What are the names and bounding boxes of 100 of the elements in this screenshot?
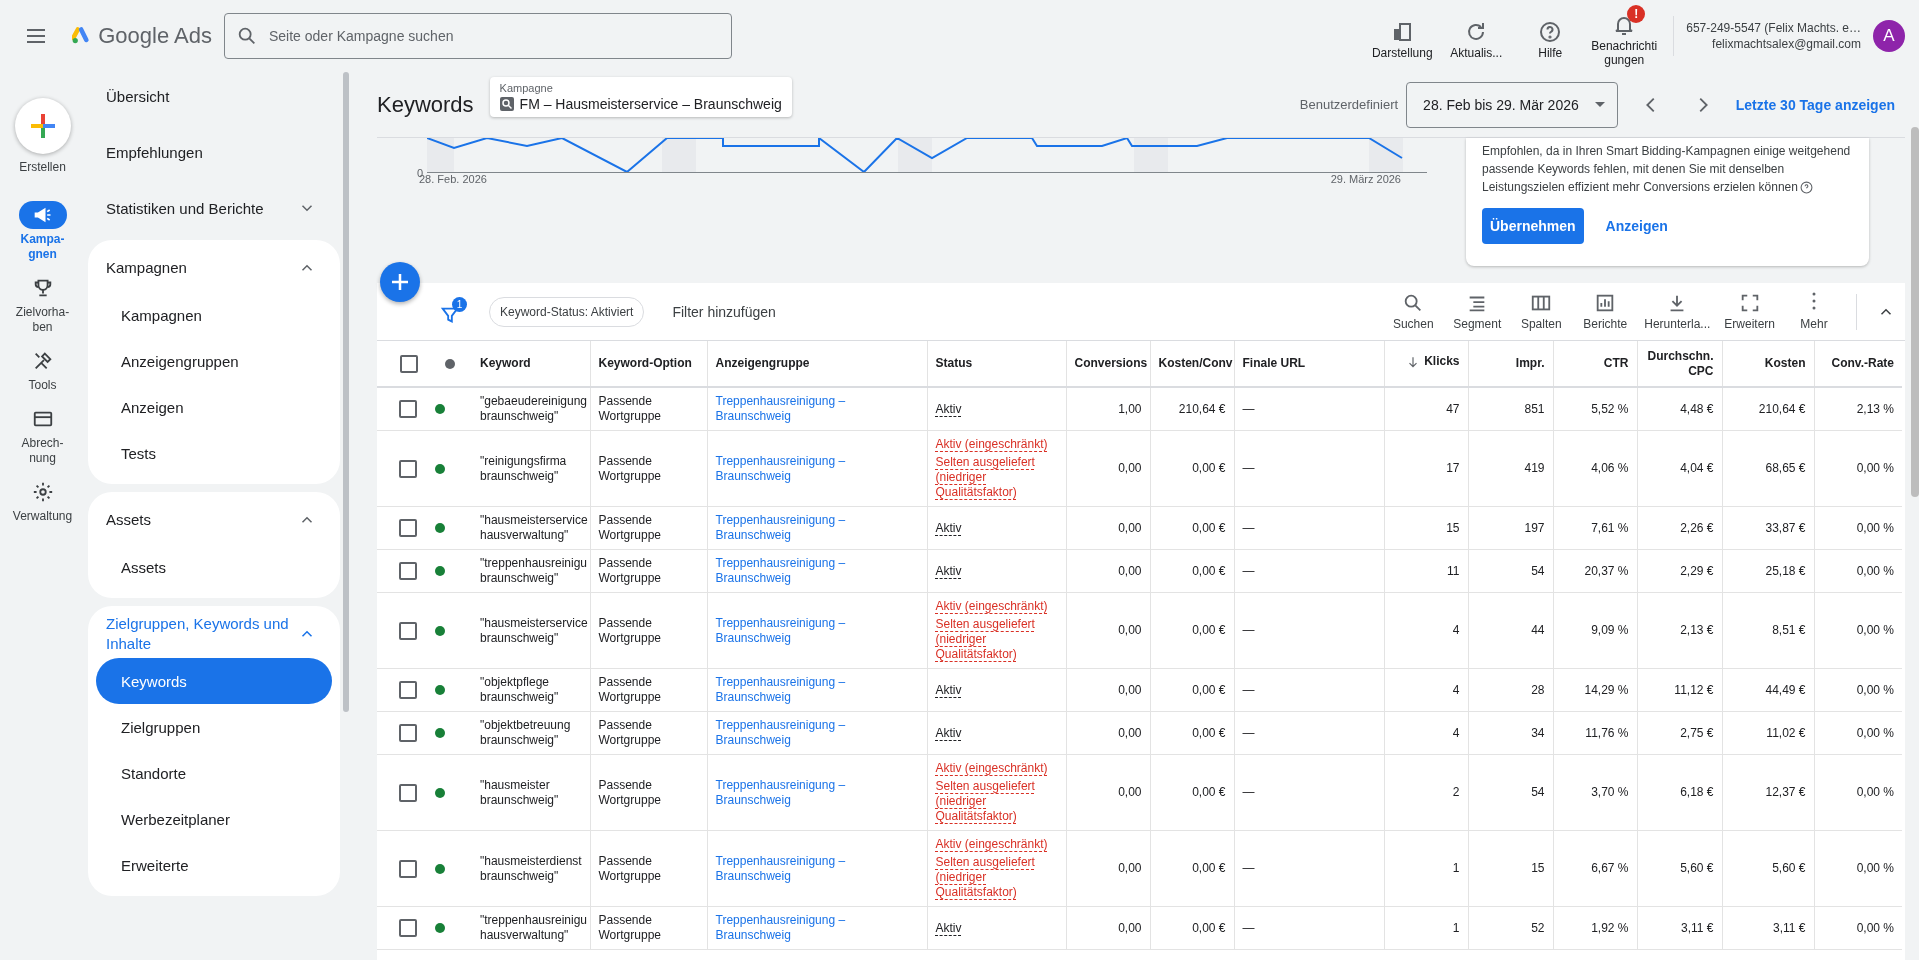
column-header[interactable]: CTR <box>1553 341 1637 387</box>
status-text[interactable]: Aktiv <box>935 920 1058 936</box>
toolbar-action-button[interactable]: Darstellung <box>1367 12 1438 60</box>
status-text[interactable]: Aktiv <box>935 682 1058 698</box>
nav-subitem[interactable]: Anzeigen <box>96 384 332 430</box>
add-filter-button[interactable]: Filter hinzufügen <box>666 302 782 321</box>
table-cell: 28 <box>1468 668 1553 712</box>
column-header[interactable]: Klicks <box>1384 341 1468 387</box>
tool-button[interactable]: Herunterla... <box>1644 292 1711 331</box>
nav-section-header[interactable]: Zielgruppen, Keywords und Inhalte <box>96 610 332 658</box>
nav-subitem[interactable]: Anzeigengruppen <box>96 338 332 384</box>
rail-item[interactable]: Verwaltung <box>10 478 75 524</box>
tool-button[interactable]: Mehr <box>1789 292 1839 331</box>
tool-button[interactable]: Suchen <box>1388 292 1439 331</box>
table-cell: 0,00 € <box>1150 430 1234 507</box>
row-checkbox[interactable] <box>399 724 417 742</box>
status-text[interactable]: Selten ausgeliefert (niedriger Qualitätsfaktor) <box>935 855 1058 900</box>
toolbar-action-button[interactable]: Aktualis... <box>1441 12 1512 60</box>
tool-button[interactable]: Erweitern <box>1724 292 1775 331</box>
ad-group-link[interactable]: Treppenhausreinigung – Braunschweig <box>707 754 927 831</box>
nav-subitem[interactable]: Werbezeitplaner <box>96 796 332 842</box>
ad-group-link[interactable]: Treppenhausreinigung – Braunschweig <box>707 711 927 755</box>
row-checkbox[interactable] <box>399 783 417 802</box>
nav-subitem[interactable]: Kampagnen <box>96 292 332 338</box>
select-all-checkbox[interactable] <box>400 354 418 373</box>
nav-subitem[interactable]: Erweiterte <box>96 842 332 888</box>
rail-item[interactable]: Abrech-nung <box>10 405 75 466</box>
row-checkbox[interactable] <box>399 919 417 937</box>
column-header[interactable]: Keyword-Option <box>590 341 707 387</box>
nav-subitem[interactable]: Zielgruppen <box>96 704 332 750</box>
row-checkbox[interactable] <box>399 400 417 418</box>
column-header[interactable]: Durchschn. CPC <box>1637 341 1722 387</box>
ad-group-link[interactable]: Treppenhausreinigung – Braunschweig <box>707 592 927 669</box>
nav-subitem[interactable]: Tests <box>96 430 332 476</box>
status-text[interactable]: Aktiv <box>935 520 1058 536</box>
nav-subitem[interactable]: Keywords <box>96 658 332 704</box>
tool-button[interactable]: Segment <box>1452 292 1503 331</box>
match-type-cell: Passende Wortgruppe <box>590 430 707 507</box>
status-text[interactable]: Selten ausgeliefert (niedriger Qualitätsfaktor) <box>935 617 1058 662</box>
rail-item[interactable]: Tools <box>10 347 75 393</box>
status-text[interactable]: Aktiv <box>935 563 1058 579</box>
nav-section-header[interactable]: Kampagnen <box>96 244 332 292</box>
rail-item[interactable]: Zielvorha-ben <box>10 274 75 335</box>
add-button[interactable] <box>380 262 420 302</box>
column-header[interactable]: Finale URL <box>1234 341 1384 387</box>
ad-group-link[interactable]: Treppenhausreinigung – Braunschweig <box>707 830 927 907</box>
row-checkbox[interactable] <box>399 519 417 537</box>
filter-chip[interactable]: Keyword-Status: Aktiviert <box>489 296 645 327</box>
rail-item[interactable]: Kampa-gnen <box>10 201 75 262</box>
status-text[interactable]: Selten ausgeliefert (niedriger Qualitätsfaktor) <box>935 779 1058 824</box>
view-button[interactable]: Anzeigen <box>1599 217 1674 235</box>
column-header[interactable]: Status <box>927 341 1066 387</box>
avatar[interactable]: A <box>1873 20 1905 52</box>
nav-subitem[interactable]: Assets <box>96 544 332 590</box>
ad-group-link[interactable]: Treppenhausreinigung – Braunschweig <box>707 430 927 507</box>
column-header[interactable]: Keyword <box>472 341 590 387</box>
status-text[interactable]: Aktiv (eingeschränkt) <box>935 761 1058 776</box>
table-cell: — <box>1234 754 1384 831</box>
campaign-selector[interactable]: Kampagne FM – Hausmeisterservice – Braunschweig <box>489 77 792 117</box>
table-cell: 4 <box>1384 711 1468 755</box>
date-range-dropdown[interactable]: 28. Feb bis 29. Mär 2026 <box>1406 81 1618 128</box>
ad-group-link[interactable]: Treppenhausreinigung – Braunschweig <box>707 506 927 550</box>
column-header[interactable]: Conv.-Rate <box>1814 341 1902 387</box>
column-header[interactable]: Kosten/Conv <box>1150 341 1234 387</box>
nav-subitem[interactable]: Standorte <box>96 750 332 796</box>
column-header[interactable]: Impr. <box>1468 341 1553 387</box>
row-checkbox[interactable] <box>399 681 417 699</box>
help-icon[interactable] <box>1799 181 1813 195</box>
status-text[interactable]: Aktiv <box>935 401 1058 417</box>
tool-button[interactable]: Spalten <box>1516 292 1567 331</box>
search-field[interactable]: Seite oder Kampagne suchen <box>224 13 732 59</box>
status-text[interactable]: Aktiv <box>935 725 1058 741</box>
nav-item[interactable]: Übersicht <box>88 72 340 120</box>
apply-button[interactable]: Übernehmen <box>1482 208 1584 244</box>
nav-item[interactable]: Empfehlungen <box>88 128 340 176</box>
toolbar-action-button[interactable]: Hilfe <box>1515 12 1586 60</box>
scrollbar[interactable] <box>1911 127 1919 497</box>
table-cell: 3,11 € <box>1722 906 1814 950</box>
row-checkbox[interactable] <box>399 621 417 640</box>
last-30-days-link[interactable]: Letzte 30 Tage anzeigen <box>1735 96 1895 113</box>
scrollbar[interactable] <box>343 72 349 712</box>
status-text[interactable]: Aktiv (eingeschränkt) <box>935 837 1058 852</box>
toolbar-action-button[interactable]: Benachrichtigungen ! <box>1589 5 1660 67</box>
row-checkbox[interactable] <box>399 562 417 580</box>
tool-button[interactable]: Berichte <box>1580 292 1631 331</box>
ad-group-link[interactable]: Treppenhausreinigung – Braunschweig <box>707 387 927 431</box>
ad-group-link[interactable]: Treppenhausreinigung – Braunschweig <box>707 668 927 712</box>
status-text[interactable]: Selten ausgeliefert (niedriger Qualitätsfaktor) <box>935 455 1058 500</box>
row-checkbox[interactable] <box>399 859 417 878</box>
nav-group[interactable]: Statistiken und Berichte <box>88 184 340 232</box>
status-text[interactable]: Aktiv (eingeschränkt) <box>935 437 1058 452</box>
ad-group-link[interactable]: Treppenhausreinigung – Braunschweig <box>707 906 927 950</box>
ad-group-link[interactable]: Treppenhausreinigung – Braunschweig <box>707 549 927 593</box>
column-header[interactable]: Anzeigengruppe <box>707 341 927 387</box>
column-header[interactable]: Conversions <box>1066 341 1150 387</box>
status-text[interactable]: Aktiv (eingeschränkt) <box>935 599 1058 614</box>
column-header[interactable]: Kosten <box>1722 341 1814 387</box>
nav-section-header[interactable]: Assets <box>96 496 332 544</box>
filter-button[interactable]: 1 <box>439 297 465 326</box>
row-checkbox[interactable] <box>399 459 417 478</box>
